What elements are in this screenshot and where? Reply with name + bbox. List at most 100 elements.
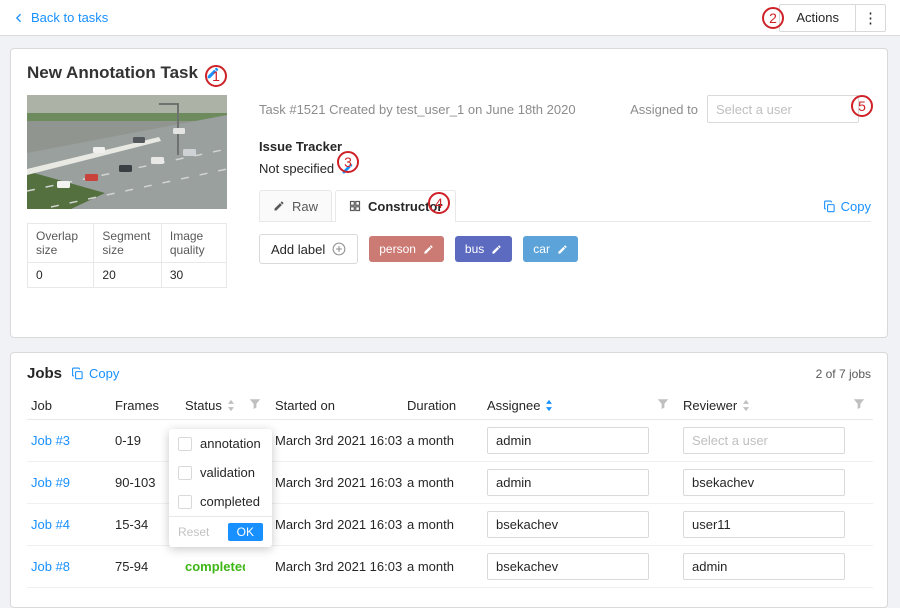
back-to-tasks-label: Back to tasks (31, 10, 108, 25)
duration-cell: a month (403, 546, 483, 588)
assigned-to-label: Assigned to (630, 102, 698, 117)
filter-reset-button[interactable]: Reset (178, 525, 209, 539)
param-header-segment: Segment size (94, 224, 161, 263)
issue-tracker-value: Not specified (259, 161, 334, 176)
frames-cell: 75-94 (111, 546, 181, 588)
jobs-title: Jobs (27, 365, 62, 382)
filter-option-label: annotation (200, 436, 261, 451)
filter-ok-button[interactable]: OK (228, 523, 263, 541)
copy-jobs-label: Copy (89, 366, 119, 381)
job-link[interactable]: Job #4 (31, 517, 70, 532)
started-cell: March 3rd 2021 16:03 (271, 546, 403, 588)
job-row-1: Job #3 0-19 March 3rd 2021 16:03 a month (27, 420, 873, 462)
doc-marker-1: 1 (205, 65, 227, 87)
doc-marker-5: 5 (851, 95, 873, 117)
job-row-2: Job #9 90-103 March 3rd 2021 16:03 a mon… (27, 462, 873, 504)
reviewer-input[interactable] (683, 469, 845, 496)
copy-jobs-link[interactable]: Copy (71, 366, 119, 381)
doc-marker-2: 2 (762, 7, 784, 29)
label-chip-car[interactable]: car (523, 236, 578, 262)
doc-marker-4: 4 (428, 192, 450, 214)
plus-circle-icon (332, 242, 346, 256)
param-value-quality: 30 (161, 263, 226, 288)
column-header-duration: Duration (403, 392, 483, 420)
actions-button-group: Actions ⋮ (779, 4, 886, 32)
copy-labels-link[interactable]: Copy (823, 199, 871, 221)
copy-icon (823, 200, 836, 213)
assignee-filter-icon[interactable] (653, 392, 679, 420)
more-menu-button[interactable]: ⋮ (856, 4, 886, 32)
param-header-quality: Image quality (161, 224, 226, 263)
started-cell: March 3rd 2021 16:03 (271, 420, 403, 462)
label-name: car (533, 242, 550, 256)
filter-option-completed[interactable]: completed (169, 487, 272, 516)
checkbox-icon[interactable] (178, 495, 192, 509)
duration-cell: a month (403, 504, 483, 546)
assignee-input[interactable] (487, 469, 649, 496)
param-value-overlap: 0 (28, 263, 94, 288)
tab-raw[interactable]: Raw (259, 190, 332, 221)
block-icon (349, 200, 361, 212)
copy-icon (71, 367, 84, 380)
assigned-to-input[interactable] (707, 95, 859, 123)
task-params-table: Overlap size Segment size Image quality … (27, 223, 227, 288)
task-meta-text: Task #1521 Created by test_user_1 on Jun… (259, 102, 576, 117)
reviewer-input[interactable] (683, 427, 845, 454)
filter-option-annotation[interactable]: annotation (169, 429, 272, 458)
edit-label-icon[interactable] (491, 244, 502, 255)
edit-label-icon[interactable] (423, 244, 434, 255)
column-header-started-on: Started on (271, 392, 403, 420)
edit-label-icon[interactable] (557, 244, 568, 255)
label-name: bus (465, 242, 484, 256)
assignee-input[interactable] (487, 553, 649, 580)
param-value-segment: 20 (94, 263, 161, 288)
status-filter-dropdown: annotation validation completed Reset OK (169, 429, 272, 547)
label-chip-bus[interactable]: bus (455, 236, 512, 262)
status-cell: completed (185, 559, 245, 574)
jobs-card: Jobs Copy 2 of 7 jobs Job Frames Status (10, 352, 888, 608)
duration-cell: a month (403, 462, 483, 504)
job-link[interactable]: Job #8 (31, 559, 70, 574)
job-link[interactable]: Job #9 (31, 475, 70, 490)
labels-editor-tabs: Raw Constructor Copy (259, 190, 871, 222)
column-header-frames: Frames (111, 392, 181, 420)
reviewer-input[interactable] (683, 553, 845, 580)
sort-carets-icon[interactable] (742, 399, 750, 412)
vertical-ellipsis-icon: ⋮ (863, 9, 878, 27)
task-title: New Annotation Task (27, 63, 198, 83)
actions-button[interactable]: Actions (779, 4, 856, 32)
job-row-3: Job #4 15-34 March 3rd 2021 16:03 a mont… (27, 504, 873, 546)
label-chip-person[interactable]: person (369, 236, 444, 262)
assignee-input[interactable] (487, 511, 649, 538)
sort-carets-icon-active[interactable] (545, 399, 553, 412)
job-link[interactable]: Job #3 (31, 433, 70, 448)
filter-option-validation[interactable]: validation (169, 458, 272, 487)
sort-carets-icon[interactable] (227, 399, 235, 412)
job-row-4: Job #8 75-94 completed ? March 3rd 2021 … (27, 546, 873, 588)
column-header-assignee[interactable]: Assignee (483, 392, 653, 420)
column-header-job: Job (27, 392, 111, 420)
status-filter-icon[interactable] (245, 392, 271, 420)
reviewer-input[interactable] (683, 511, 845, 538)
chevron-left-icon (14, 12, 24, 24)
tab-raw-label: Raw (292, 199, 318, 214)
add-label-button[interactable]: Add label (259, 234, 358, 264)
back-to-tasks-link[interactable]: Back to tasks (14, 10, 108, 25)
jobs-table: Job Frames Status Started on Duration (27, 392, 873, 588)
filter-option-label: validation (200, 465, 255, 480)
assignee-input[interactable] (487, 427, 649, 454)
started-cell: March 3rd 2021 16:03 (271, 504, 403, 546)
jobs-count: 2 of 7 jobs (816, 367, 871, 381)
filter-option-label: completed (200, 494, 260, 509)
pencil-icon (273, 200, 285, 212)
task-preview-image (27, 95, 227, 209)
started-cell: March 3rd 2021 16:03 (271, 462, 403, 504)
add-label-text: Add label (271, 242, 325, 257)
column-header-reviewer[interactable]: Reviewer (679, 392, 849, 420)
column-header-status[interactable]: Status (181, 392, 245, 420)
checkbox-icon[interactable] (178, 466, 192, 480)
copy-labels-label: Copy (841, 199, 871, 214)
reviewer-filter-icon[interactable] (849, 392, 873, 420)
label-name: person (379, 242, 416, 256)
checkbox-icon[interactable] (178, 437, 192, 451)
